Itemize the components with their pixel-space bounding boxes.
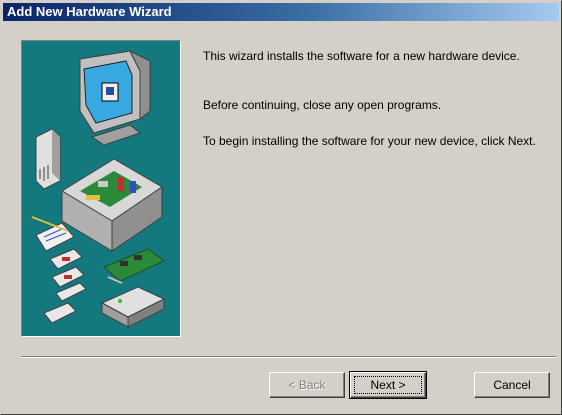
button-separator bbox=[21, 356, 556, 358]
network-hub-icon bbox=[100, 286, 166, 328]
pcb-card-icon bbox=[103, 248, 165, 284]
back-button[interactable]: < Back bbox=[269, 372, 345, 398]
begin-install-text: To begin installing the software for you… bbox=[203, 134, 536, 148]
cancel-button[interactable]: Cancel bbox=[474, 372, 550, 398]
next-button[interactable]: Next > bbox=[349, 371, 427, 399]
computer-case-icon bbox=[61, 158, 163, 252]
wizard-window: Add New Hardware Wizard This wizard inst… bbox=[0, 0, 562, 415]
title-bar[interactable]: Add New Hardware Wizard bbox=[3, 3, 559, 21]
window-title: Add New Hardware Wizard bbox=[7, 4, 172, 19]
close-programs-text: Before continuing, close any open progra… bbox=[203, 98, 442, 112]
disk-icon bbox=[43, 248, 87, 324]
focus-rectangle bbox=[354, 376, 422, 394]
monitor-icon bbox=[79, 49, 151, 146]
hardware-illustration bbox=[21, 40, 181, 337]
modem-icon bbox=[35, 128, 61, 190]
intro-text: This wizard installs the software for a … bbox=[203, 49, 520, 63]
